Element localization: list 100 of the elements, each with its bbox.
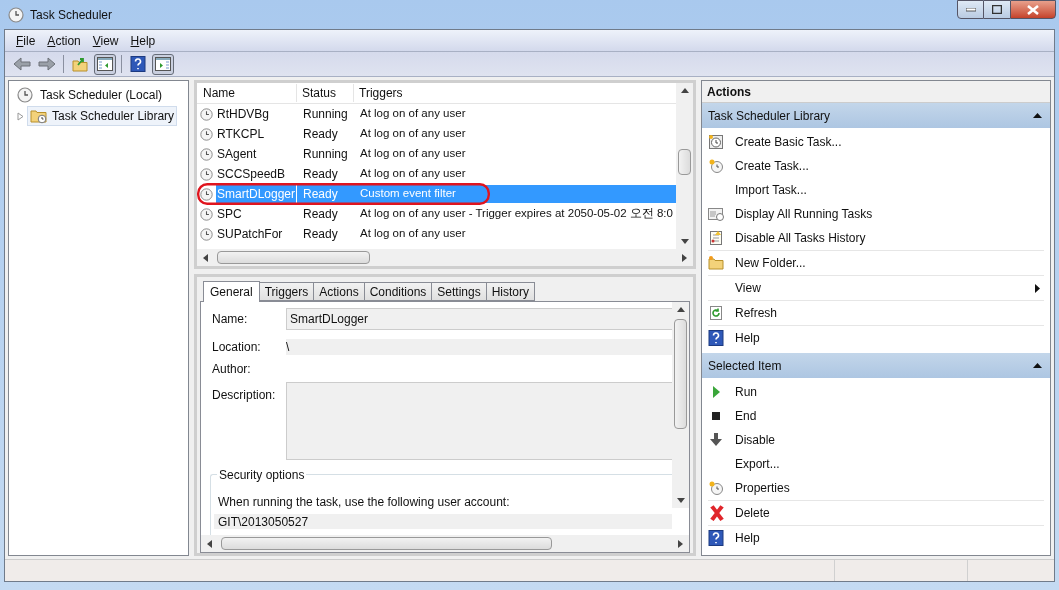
field-label: Name: (212, 311, 249, 328)
minimize-button[interactable] (957, 0, 984, 19)
help-icon (130, 56, 146, 72)
task-name: SUPatchFor (216, 226, 284, 243)
collapse-arrow-icon[interactable] (1033, 363, 1042, 368)
collapse-arrow-icon[interactable] (1033, 113, 1042, 118)
vertical-scrollbar[interactable] (676, 83, 693, 249)
clock-icon (200, 167, 213, 181)
command-link[interactable]: New Folder... (702, 251, 1050, 275)
scroll-thumb[interactable] (217, 251, 370, 264)
command-link[interactable]: Create Basic Task... (702, 130, 1050, 154)
tab[interactable]: History (485, 282, 536, 301)
account-field: GIT\2013050527 (214, 514, 672, 529)
field-label: Location: (212, 339, 262, 356)
command-link[interactable]: Export... (702, 452, 1050, 476)
section-header[interactable]: Task Scheduler Library (702, 103, 1050, 128)
pane-left-icon (97, 57, 113, 71)
name-field[interactable]: SmartDLogger (286, 308, 672, 330)
toolbar-button[interactable] (94, 53, 116, 75)
tab[interactable]: Actions (313, 282, 365, 301)
tree-item[interactable]: Task Scheduler Library (27, 106, 178, 126)
toolbar-button[interactable] (127, 53, 149, 75)
command-link[interactable]: Help (702, 326, 1050, 350)
tab[interactable]: General (203, 281, 260, 302)
scroll-left-icon[interactable] (207, 539, 212, 548)
scroll-thumb[interactable] (678, 149, 691, 175)
help-icon (708, 530, 724, 546)
task-trigger: At log on of any user - Trigger expires at 2050-05-02 오전 8:0 (359, 206, 674, 222)
task-row[interactable]: RTKCPL Ready At log on of any user (197, 124, 676, 144)
menu-item[interactable]: File (11, 31, 41, 50)
task-trigger: At log on of any user (359, 226, 467, 242)
task-status: Running (302, 106, 349, 123)
column-header[interactable]: Name (197, 84, 297, 102)
task-row[interactable]: SUPatchFor Ready At log on of any user (197, 224, 676, 244)
help-icon (708, 330, 724, 346)
command-link[interactable]: Import Task... (702, 178, 1050, 202)
notepad-icon (708, 230, 724, 246)
command-link[interactable]: Disable (702, 428, 1050, 452)
description-field[interactable] (286, 382, 672, 460)
task-row[interactable]: SCCSpeedB Ready At log on of any user (197, 164, 676, 184)
task-status: Ready (302, 126, 339, 143)
command-link[interactable]: Refresh (702, 301, 1050, 325)
scroll-down-icon[interactable] (680, 239, 689, 244)
column-header[interactable]: Status (297, 84, 354, 102)
tab[interactable]: Settings (431, 282, 487, 301)
menu-item[interactable]: Help (125, 31, 161, 50)
maximize-icon (992, 5, 1002, 14)
scroll-right-icon[interactable] (678, 539, 683, 548)
clock-icon (200, 147, 213, 161)
vertical-scrollbar[interactable] (672, 302, 689, 508)
section-header[interactable]: Selected Item (702, 353, 1050, 378)
tab[interactable]: Triggers (258, 282, 315, 301)
scroll-up-icon[interactable] (676, 307, 685, 312)
command-link[interactable]: Properties (702, 476, 1050, 500)
command-link[interactable]: Run (702, 380, 1050, 404)
app-clock-icon (8, 6, 24, 23)
task-status: Running (302, 146, 349, 163)
tree-item[interactable]: Task Scheduler (Local) (37, 85, 166, 105)
window-title: Task Scheduler (30, 6, 113, 24)
scroll-left-icon[interactable] (203, 253, 208, 262)
close-button[interactable] (1010, 0, 1056, 19)
command-link[interactable]: Display All Running Tasks (702, 202, 1050, 226)
command-link[interactable]: Delete (702, 501, 1050, 525)
task-trigger: Custom event filter (354, 185, 676, 203)
scroll-right-icon[interactable] (682, 253, 687, 262)
expand-arrow-icon[interactable] (17, 111, 24, 121)
scroll-thumb[interactable] (221, 537, 552, 550)
location-field: \ (286, 339, 672, 355)
menu-item[interactable]: View (87, 31, 124, 50)
back-arrow-icon (13, 57, 31, 71)
task-status: Ready (302, 226, 339, 243)
command-link[interactable]: Help (702, 526, 1050, 550)
close-icon (1027, 4, 1039, 15)
command-link[interactable]: Create Task... (702, 154, 1050, 178)
refresh-icon (708, 305, 724, 321)
maximize-button[interactable] (984, 0, 1010, 19)
menu-item[interactable]: Action (42, 31, 86, 50)
column-header[interactable]: Triggers (354, 84, 676, 102)
horizontal-scrollbar[interactable] (197, 249, 693, 266)
clock-icon (200, 127, 213, 141)
task-row[interactable]: RtHDVBg Running At log on of any user (197, 104, 676, 124)
horizontal-scrollbar[interactable] (201, 535, 689, 552)
scroll-up-icon[interactable] (680, 88, 689, 93)
task-row[interactable]: SAgent Running At log on of any user (197, 144, 676, 164)
scroll-down-icon[interactable] (676, 498, 685, 503)
minimize-icon (965, 7, 976, 12)
field-label: Author: (212, 361, 252, 378)
task-name: SPC (216, 206, 243, 223)
command-link[interactable]: End (702, 404, 1050, 428)
toolbar-button[interactable] (152, 53, 174, 75)
pane-title: Actions (702, 81, 1050, 103)
forward-arrow-icon (38, 57, 56, 71)
scroll-thumb[interactable] (674, 319, 687, 429)
task-status: Ready (302, 166, 339, 183)
clock-icon (200, 107, 213, 121)
command-link[interactable]: View (702, 276, 1050, 300)
task-row[interactable]: SPC Ready At log on of any user - Trigger expires at 2050-05-02 오전 8:0 (197, 204, 676, 224)
task-trigger: At log on of any user (359, 146, 467, 162)
tab[interactable]: Conditions (363, 282, 433, 301)
command-link[interactable]: Disable All Tasks History (702, 226, 1050, 250)
